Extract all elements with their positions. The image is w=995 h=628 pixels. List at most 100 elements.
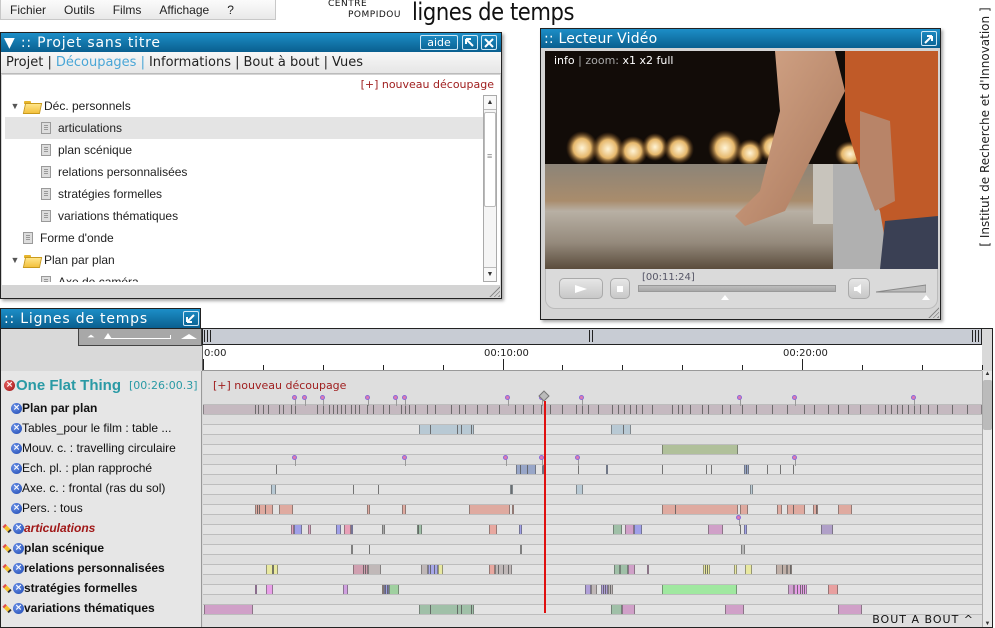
- track-label[interactable]: × variations thématiques: [3, 598, 155, 618]
- segment[interactable]: [271, 485, 276, 494]
- remove-track-icon[interactable]: ×: [11, 482, 22, 494]
- tree-item[interactable]: relations personnalisées: [5, 161, 483, 183]
- zoom-in-icon[interactable]: [181, 334, 197, 339]
- annotation-marker[interactable]: [911, 395, 916, 400]
- segment[interactable]: [368, 565, 381, 574]
- scroll-thumb[interactable]: [484, 112, 496, 207]
- time-ruler[interactable]: 0:00 00:10:00 00:20:00: [202, 345, 983, 371]
- annotation-marker[interactable]: [365, 395, 370, 400]
- zoom-full[interactable]: full: [657, 54, 674, 67]
- zoom-x1[interactable]: x1: [623, 54, 637, 67]
- segment[interactable]: [294, 525, 302, 534]
- annotation-marker[interactable]: [575, 455, 580, 460]
- segment[interactable]: [821, 525, 833, 534]
- progress-handle[interactable]: [720, 295, 729, 300]
- tree-item[interactable]: Forme d'onde: [5, 227, 483, 249]
- bout-a-bout-toggle[interactable]: BOUT A BOUT ^: [872, 613, 974, 626]
- video-frame[interactable]: info | zoom: x1 x2 full: [545, 51, 938, 269]
- segment[interactable]: [625, 525, 634, 534]
- scroll-thumb[interactable]: [983, 380, 992, 430]
- tree-item[interactable]: stratégies formelles: [5, 183, 483, 205]
- segment[interactable]: [744, 525, 747, 534]
- tab-vues[interactable]: Vues: [332, 55, 363, 70]
- remove-track-icon[interactable]: ×: [11, 402, 22, 414]
- scroll-down-icon[interactable]: ▼: [983, 621, 992, 627]
- segment[interactable]: [606, 465, 608, 474]
- video-progress-bar[interactable]: [638, 285, 836, 292]
- close-button[interactable]: [481, 35, 497, 50]
- annotation-marker[interactable]: [402, 395, 407, 400]
- segment[interactable]: [336, 525, 341, 534]
- menu-films[interactable]: Films: [104, 3, 151, 17]
- remove-track-icon[interactable]: ×: [13, 522, 24, 534]
- segment[interactable]: [382, 525, 385, 534]
- expand-toggle-icon[interactable]: ▼: [8, 101, 22, 111]
- segment[interactable]: [613, 525, 622, 534]
- segment[interactable]: [787, 505, 805, 514]
- segment[interactable]: [308, 525, 311, 534]
- track[interactable]: [203, 504, 982, 515]
- track[interactable]: [203, 604, 982, 615]
- segment[interactable]: [204, 605, 253, 614]
- segment[interactable]: [255, 585, 257, 594]
- timeline-vscrollbar[interactable]: ▲ ▼: [982, 371, 992, 627]
- segment[interactable]: [438, 565, 443, 574]
- segment[interactable]: [520, 545, 522, 554]
- track[interactable]: [203, 524, 982, 535]
- help-button[interactable]: aide: [420, 35, 458, 50]
- segment[interactable]: [647, 565, 649, 574]
- tree-item[interactable]: articulations: [5, 117, 483, 139]
- expand-toggle-icon[interactable]: ▼: [8, 255, 22, 265]
- track-label[interactable]: × Pers. : tous: [11, 498, 83, 518]
- tree-item[interactable]: Axe de caméra: [5, 271, 483, 282]
- track[interactable]: [203, 444, 982, 455]
- tracks-area[interactable]: [+] nouveau découpage: [203, 371, 982, 627]
- pencil-icon[interactable]: [3, 543, 13, 553]
- zoom-x2[interactable]: x2: [640, 54, 654, 67]
- track-label[interactable]: × articulations: [3, 518, 95, 538]
- segment[interactable]: [777, 505, 782, 514]
- new-cut-link[interactable]: [+] nouveau découpage: [361, 78, 494, 91]
- segment[interactable]: [469, 505, 510, 514]
- segment[interactable]: [516, 465, 536, 474]
- segment[interactable]: [591, 585, 597, 594]
- mute-button[interactable]: [848, 278, 870, 299]
- segment[interactable]: [512, 505, 514, 514]
- collapse-button[interactable]: [183, 311, 199, 326]
- segment[interactable]: [662, 445, 738, 454]
- pencil-icon[interactable]: [3, 563, 13, 573]
- segment[interactable]: [367, 505, 370, 514]
- segment[interactable]: [741, 545, 745, 554]
- track-label[interactable]: × Mouv. c. : travelling circulaire: [11, 438, 176, 458]
- annotation-marker[interactable]: [393, 395, 398, 400]
- playhead-cursor[interactable]: [544, 401, 546, 613]
- remove-track-icon[interactable]: ×: [13, 542, 24, 554]
- tree-item[interactable]: ▼ Déc. personnels: [5, 95, 483, 117]
- remove-track-icon[interactable]: ×: [11, 442, 22, 454]
- overview-center-handle[interactable]: [589, 330, 595, 342]
- segment[interactable]: [489, 525, 497, 534]
- pencil-icon[interactable]: [3, 603, 13, 613]
- segment[interactable]: [279, 505, 293, 514]
- segment[interactable]: [708, 525, 723, 534]
- segment[interactable]: [725, 605, 744, 614]
- tree-item[interactable]: plan scénique: [5, 139, 483, 161]
- pencil-icon[interactable]: [3, 583, 13, 593]
- segment[interactable]: [662, 505, 738, 514]
- track-label[interactable]: × stratégies formelles: [3, 578, 137, 598]
- track-label[interactable]: × Axe. c. : frontal (ras du sol): [11, 478, 165, 498]
- annotation-marker[interactable]: [320, 395, 325, 400]
- segment[interactable]: [266, 585, 273, 594]
- remove-track-icon[interactable]: ×: [11, 502, 22, 514]
- annotation-marker[interactable]: [792, 455, 797, 460]
- track-label[interactable]: × plan scénique: [3, 538, 104, 558]
- tab-projet[interactable]: Projet |: [6, 55, 52, 70]
- volume-slider[interactable]: [876, 283, 926, 293]
- expand-button[interactable]: [921, 31, 937, 46]
- segment[interactable]: [828, 585, 838, 594]
- track-label[interactable]: × Tables_pour le film : table ...: [11, 418, 171, 438]
- segment[interactable]: [662, 585, 737, 594]
- annotation-marker[interactable]: [505, 395, 510, 400]
- annotation-marker[interactable]: [736, 515, 741, 520]
- segment[interactable]: [745, 565, 752, 574]
